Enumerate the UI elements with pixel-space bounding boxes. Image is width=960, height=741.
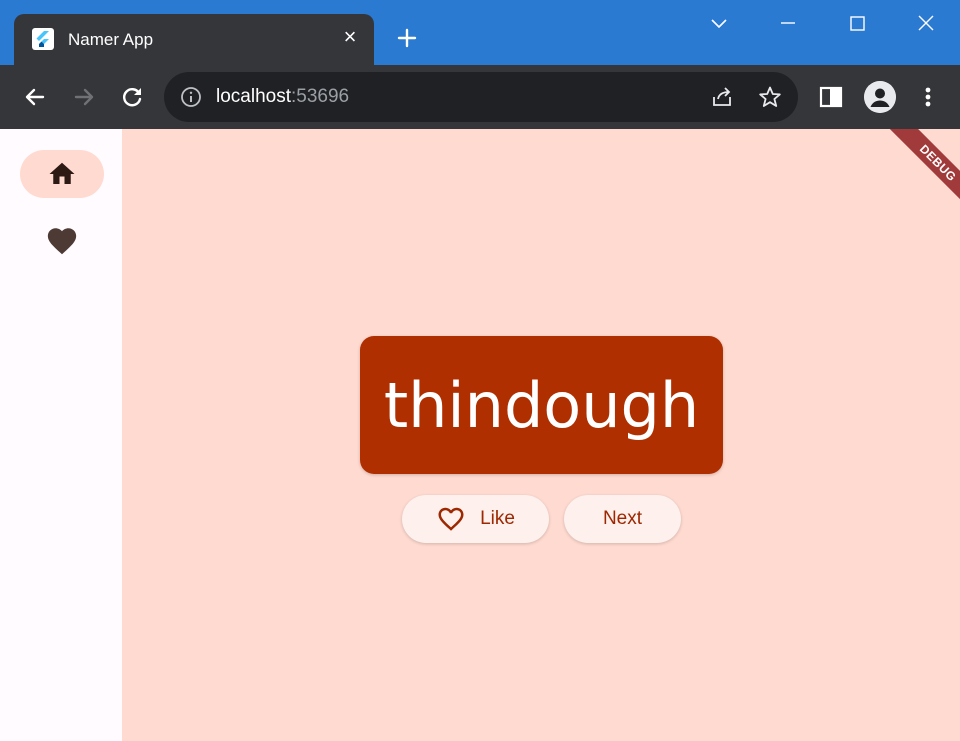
address-bar[interactable]: localhost:53696 (164, 72, 798, 122)
back-arrow-icon[interactable] (21, 83, 49, 111)
like-button-label: Like (480, 508, 515, 529)
more-menu-icon[interactable] (913, 82, 943, 112)
site-info-icon[interactable] (180, 86, 202, 108)
url-host: localhost (216, 86, 291, 107)
profile-avatar-icon[interactable] (864, 81, 896, 113)
heart-outline-icon (438, 507, 464, 531)
maximize-icon[interactable] (842, 10, 872, 38)
word-pair-text: thindough (383, 368, 700, 442)
url-text: localhost:53696 (216, 86, 349, 108)
debug-banner: DEBUG (881, 129, 960, 220)
tab-title: Namer App (68, 30, 154, 49)
new-tab-icon[interactable] (395, 26, 419, 50)
close-tab-icon[interactable]: × (340, 26, 360, 48)
tab-search-chevron-icon[interactable] (704, 10, 734, 38)
nav-home-item[interactable] (20, 150, 104, 198)
url-port: :53696 (291, 86, 350, 107)
home-icon (49, 162, 75, 184)
minimize-icon[interactable] (773, 10, 803, 38)
word-pair-card: thindough (360, 336, 723, 474)
side-panel-icon[interactable] (816, 82, 846, 112)
flutter-icon (32, 28, 54, 50)
forward-arrow-icon[interactable] (70, 83, 98, 111)
window-titlebar: Namer App × (0, 0, 960, 65)
browser-tab[interactable]: Namer App × (14, 14, 374, 65)
navigation-rail (0, 129, 122, 741)
next-button-label: Next (602, 508, 643, 529)
close-window-icon[interactable] (911, 10, 941, 38)
generator-page: thindough Like Next DEBUG (122, 129, 960, 741)
browser-toolbar: localhost:53696 (0, 65, 960, 129)
reload-icon[interactable] (118, 83, 146, 111)
bookmark-star-icon[interactable] (758, 85, 782, 109)
like-button[interactable]: Like (402, 495, 549, 543)
share-icon[interactable] (710, 85, 734, 109)
nav-favorites-item[interactable] (20, 217, 104, 265)
next-button[interactable]: Next (564, 495, 681, 543)
favorite-icon (47, 228, 77, 255)
